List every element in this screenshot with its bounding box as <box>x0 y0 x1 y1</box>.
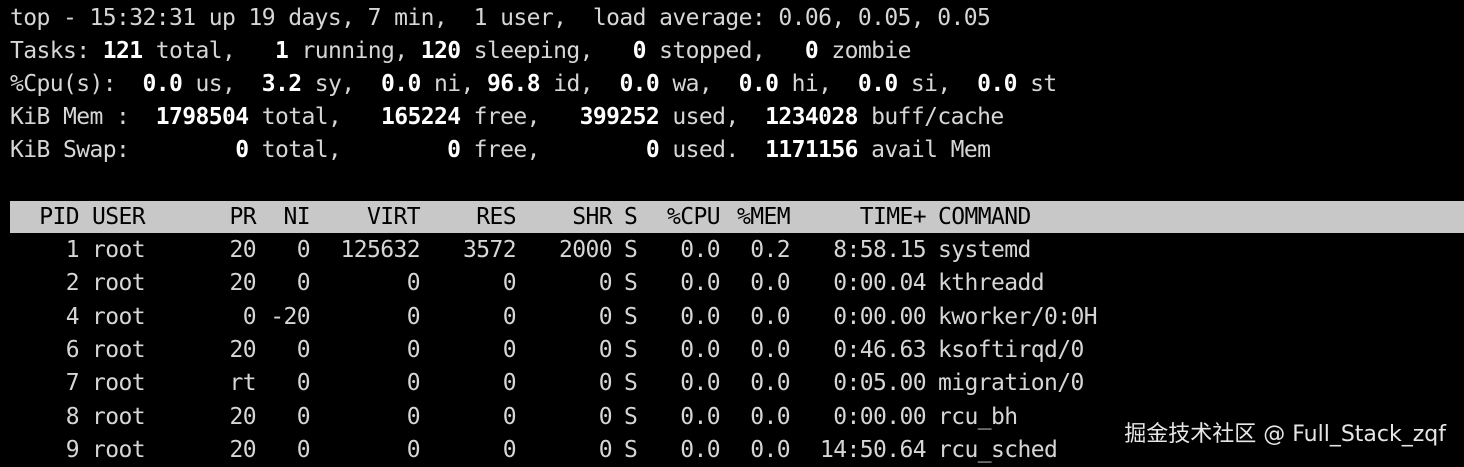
swap-avail-mem-label: avail Mem <box>857 137 991 163</box>
terminal-window[interactable]: top - 15:32:31 up 19 days, 7 min, 1 user… <box>0 0 1464 463</box>
cpu-line: %Cpu(s): 0.0 us, 3.2 sy, 0.0 ni, 96.8 id… <box>10 68 1057 101</box>
mem-line: KiB Mem : 1798504 total, 165224 free, 39… <box>10 101 1004 134</box>
cpu-wa-label: wa, <box>659 71 739 97</box>
tasks-sleeping: 120 <box>420 38 461 64</box>
cpu-label: %Cpu(s): <box>10 71 143 97</box>
tasks-zombie-label: zombie <box>818 38 911 64</box>
cell-command: migration/0 <box>938 370 1084 397</box>
cpu-us: 0.0 <box>142 71 183 97</box>
cpu-us-label: us, <box>182 71 262 97</box>
cpu-ni: 0.0 <box>380 71 421 97</box>
cpu-st: 0.0 <box>977 71 1017 97</box>
process-table-header: PID USER PR NI VIRT RES SHR S %CPU %MEM TIME+ COMMA… <box>10 201 1464 233</box>
mem-free: 165224 <box>380 104 461 130</box>
mem-buff-cache: 1234028 <box>765 104 858 130</box>
cpu-st-label: st <box>1016 71 1057 97</box>
column-header-command: COMMAND <box>938 204 1031 230</box>
swap-free-label: free, <box>460 137 646 163</box>
tasks-label: Tasks: <box>10 38 103 64</box>
swap-avail-mem: 1171156 <box>765 137 858 163</box>
swap-used: 0 <box>645 137 660 163</box>
swap-free: 0 <box>447 137 461 163</box>
tasks-sleeping-label: sleeping, <box>460 38 633 64</box>
mem-used: 399252 <box>579 104 660 130</box>
tasks-stopped-label: stopped, <box>645 38 805 64</box>
column-header-time: TIME+ <box>859 204 927 230</box>
tasks-total-label: total, <box>142 38 275 64</box>
cell-time: 0:46.63 <box>833 336 926 363</box>
watermark: 掘金技术社区 @ Full_Stack_zqf <box>1124 422 1446 447</box>
tasks-line: Tasks: 121 total, 1 running, 120 sleepin… <box>10 35 911 68</box>
swap-label: KiB Swap: <box>10 137 236 163</box>
tasks-running-label: running, <box>288 38 421 64</box>
tasks-total: 121 <box>102 38 143 64</box>
cell-command: kthreadd <box>938 270 1045 297</box>
cpu-sy: 3.2 <box>261 71 302 97</box>
tasks-running: 1 <box>274 38 289 64</box>
uptime-line: top - 15:32:31 up 19 days, 7 min, 1 user… <box>10 5 991 31</box>
tasks-stopped: 0 <box>632 38 647 64</box>
swap-line: KiB Swap: 0 total, 0 free, 0 used. 11711… <box>10 134 991 167</box>
cell-time: 0:05.00 <box>833 370 926 397</box>
cpu-wa: 0.0 <box>619 71 660 97</box>
cpu-si-label: si, <box>897 71 978 97</box>
cpu-id-label: id, <box>539 71 620 97</box>
tasks-zombie: 0 <box>804 38 819 64</box>
swap-total-label: total, <box>248 137 448 163</box>
cpu-hi: 0.0 <box>738 71 779 97</box>
cpu-ni-label: ni, <box>420 71 487 97</box>
cell-command: kworker/0:0H <box>938 303 1098 330</box>
mem-used-label: used, <box>659 104 766 130</box>
cell-time: 0:00.00 <box>833 303 926 330</box>
cpu-id: 96.8 <box>486 71 541 97</box>
cell-command: systemd <box>938 237 1031 263</box>
cpu-hi-label: hi, <box>778 71 858 97</box>
cell-time: 8:58.15 <box>833 237 926 263</box>
cpu-sy-label: sy, <box>301 71 381 97</box>
swap-total: 0 <box>235 137 249 163</box>
mem-buff-cache-label: buff/cache <box>857 104 1004 130</box>
mem-label: KiB Mem : <box>10 104 156 130</box>
mem-total-label: total, <box>248 104 381 130</box>
mem-free-label: free, <box>460 104 580 130</box>
cell-command: ksoftirqd/0 <box>938 336 1084 363</box>
cell-command: rcu_bh <box>938 403 1018 430</box>
swap-used-label: used. <box>659 137 766 163</box>
cell-time: 0:00.04 <box>833 270 926 297</box>
cpu-si: 0.0 <box>857 71 898 97</box>
cell-time: 0:00.00 <box>833 403 926 430</box>
mem-total: 1798504 <box>155 104 249 130</box>
